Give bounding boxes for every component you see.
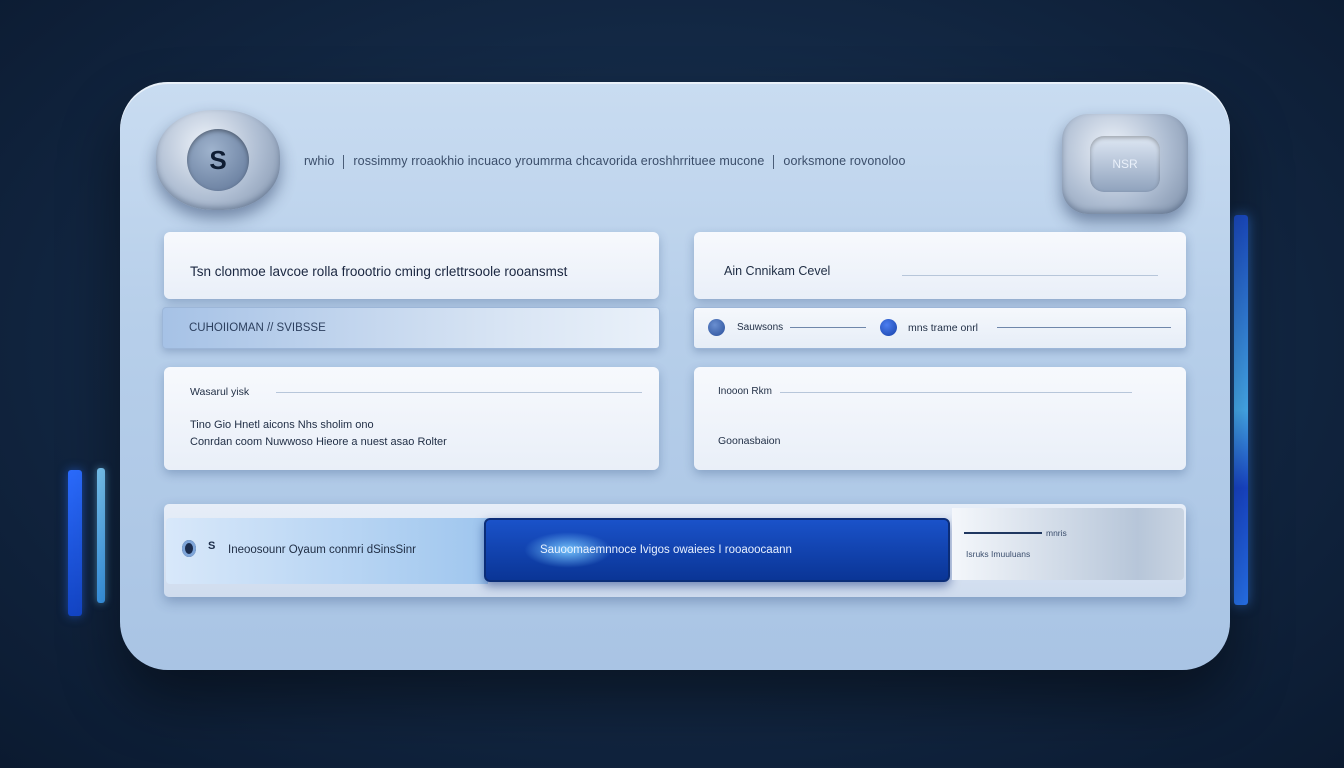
- right-scrollbar[interactable]: [1234, 215, 1248, 605]
- left-accent-bar-thin: [97, 468, 105, 603]
- left-accent-bar: [68, 470, 82, 616]
- main-panel: S rwhio rossimmy rroaokhio incuaco yroumr…: [120, 82, 1230, 670]
- radio-option-2-line: [997, 327, 1171, 328]
- header-title-part1: rwhio: [304, 154, 335, 168]
- status-label-2: Isruks Imuuluans: [966, 549, 1031, 559]
- radio-option-2[interactable]: [880, 319, 897, 336]
- text-area-line-1: Tino Gio Hnetl aicons Nhs sholim ono: [190, 419, 374, 431]
- info-field-value: Goonasbaion: [718, 435, 781, 447]
- primary-action-label: Sauoomaemnnoce Ivigos owaiees I rooaooca…: [540, 544, 792, 556]
- search-segment[interactable]: S Ineoosounr Oyaum conmri dSinsSinr: [166, 518, 488, 584]
- primary-action-button[interactable]: Sauoomaemnnoce Ivigos owaiees I rooaooca…: [484, 518, 950, 582]
- header-title-part2: rossimmy rroaokhio incuaco yroumrma chca…: [353, 154, 765, 168]
- status-segment: mnris Isruks Imuuluans: [952, 508, 1184, 580]
- logo-icon: S: [187, 129, 249, 191]
- record-icon: [182, 540, 196, 557]
- text-field-primary[interactable]: Tsn clonmoe lavcoe rolla froootrio cming…: [164, 232, 659, 299]
- field-underline: [902, 275, 1158, 276]
- search-segment-text: Ineoosounr Oyaum conmri dSinsSinr: [228, 544, 416, 556]
- status-line: [964, 532, 1042, 534]
- radio-group: Sauwsons mns trame onrl: [693, 307, 1187, 349]
- text-area-label: Wasarul yisk: [190, 386, 250, 398]
- text-area-line-2: Conrdan coom Nuwwoso Hieore a nuest asao…: [190, 436, 447, 448]
- dollar-icon: S: [208, 540, 216, 552]
- radio-option-1-label: Sauwsons: [737, 322, 784, 333]
- dropdown-select[interactable]: CUHOIIOMAN // SVIBSSE: [162, 307, 660, 349]
- text-field-primary-value: Tsn clonmoe lavcoe rolla froootrio cming…: [190, 264, 568, 279]
- labeled-field[interactable]: Ain Cnnikam Cevel: [694, 232, 1186, 299]
- radio-option-1[interactable]: [708, 319, 725, 336]
- card-icon: NSR: [1090, 136, 1160, 192]
- info-field[interactable]: Inooon Rkm Goonasbaion: [694, 367, 1186, 470]
- radio-option-2-label: mns trame onrl: [908, 322, 979, 334]
- right-badge-button[interactable]: NSR: [1062, 114, 1188, 214]
- left-badge-button[interactable]: S: [156, 110, 280, 210]
- header-divider: [343, 154, 345, 169]
- dropdown-select-value: CUHOIIOMAN // SVIBSSE: [189, 322, 326, 334]
- header-title: rwhio rossimmy rroaokhio incuaco yroumrma…: [304, 154, 906, 169]
- info-field-underline: [780, 392, 1132, 393]
- text-area-underline: [276, 392, 642, 393]
- status-label-1: mnris: [1046, 528, 1067, 538]
- action-bar: S Ineoosounr Oyaum conmri dSinsSinr Sauo…: [164, 504, 1186, 597]
- header-divider: [773, 154, 775, 169]
- labeled-field-label: Ain Cnnikam Cevel: [724, 264, 831, 278]
- text-area[interactable]: Wasarul yisk Tino Gio Hnetl aicons Nhs s…: [164, 367, 659, 470]
- info-field-label: Inooon Rkm: [718, 386, 772, 397]
- radio-option-1-line: [790, 327, 866, 328]
- header-title-part3: oorksmone rovonoloo: [783, 154, 906, 168]
